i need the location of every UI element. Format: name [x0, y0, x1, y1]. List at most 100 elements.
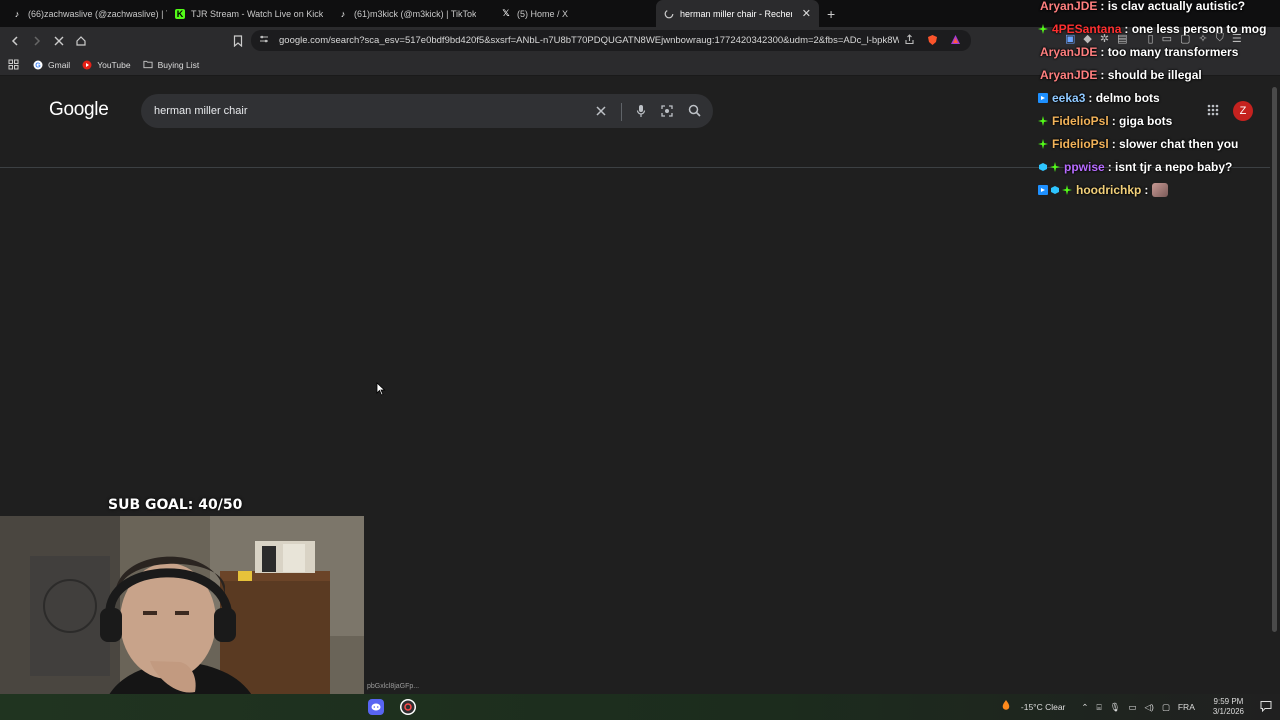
tiktok-icon: ♪ [14, 8, 20, 19]
loading-icon [664, 9, 674, 19]
bookmark-youtube[interactable]: YouTube [82, 59, 131, 70]
bookmark-buying-list[interactable]: Buying List [143, 59, 200, 70]
chat-text: : should be illegal [1100, 67, 1202, 82]
chat-message: ppwise : isnt tjr a nepo baby? [1030, 155, 1280, 178]
chat-badges [1038, 161, 1060, 172]
tab-title: (5) Home / X [517, 8, 569, 19]
chat-text: : [1144, 182, 1149, 197]
clock-date: 3/1/2026 [1212, 707, 1244, 716]
home-icon[interactable] [71, 31, 91, 51]
bookmark-icon[interactable] [228, 31, 248, 51]
chat-message: FidelioPsl : slower chat then you [1030, 132, 1280, 155]
chat-username: eeka3 [1052, 90, 1086, 105]
youtube-icon [82, 60, 92, 70]
sub-badge-icon [1038, 138, 1048, 149]
tab-title: TJR Stream - Watch Live on Kick [191, 8, 324, 19]
search-divider [621, 103, 622, 121]
tab-kick[interactable]: K TJR Stream - Watch Live on Kick [167, 0, 330, 27]
apps-grid-icon[interactable] [8, 59, 19, 70]
chat-badges [1038, 23, 1048, 34]
clock-time: 9:59 PM [1213, 697, 1244, 706]
google-logo[interactable]: Google [49, 99, 109, 121]
chat-message: hoodrichkp : [1030, 178, 1280, 201]
forward-icon[interactable] [27, 31, 47, 51]
chat-badges [1038, 115, 1048, 126]
stream-chat-overlay: AryanJDE : is clav actually autistic? 4P… [1030, 0, 1280, 201]
chat-username: 4PESantana [1052, 21, 1122, 36]
tiktok-icon: ♪ [340, 8, 346, 19]
new-tab-button[interactable]: + [827, 6, 835, 22]
speaker-icon[interactable]: ▢ [1162, 702, 1170, 713]
webcam-feed [0, 516, 364, 720]
share-icon[interactable] [904, 34, 915, 49]
address-bar[interactable]: google.com/search?sca_esv=517e0bdf9bd420… [251, 30, 971, 51]
search-input[interactable]: herman miller chair [141, 94, 713, 128]
gift-badge-icon [1039, 162, 1047, 171]
voice-search-icon[interactable] [636, 104, 646, 121]
chat-username: FidelioPsl [1052, 136, 1109, 151]
tab-tiktok-m3kick[interactable]: ♪ (61)m3kick (@m3kick) | TikTok [330, 0, 493, 27]
kick-icon: K [175, 8, 185, 19]
chat-text: : is clav actually autistic? [1100, 0, 1246, 13]
system-tray: -15°C Clear ⌃ ⌸ 🎙 ▭ ◁) ▢ FRA 9:59 PM 3/1… [999, 694, 1272, 720]
chat-text: : too many transformers [1100, 44, 1239, 59]
gmail-icon: G [33, 60, 43, 70]
weather-icon[interactable] [999, 699, 1013, 715]
chat-username: hoodrichkp [1076, 182, 1142, 197]
network-icon[interactable]: ▭ [1128, 702, 1136, 713]
tab-tiktok-zachwaslive[interactable]: ♪ (66)zachwaslive (@zachwaslive) | TikTo… [4, 0, 167, 27]
close-tab-icon[interactable]: ✕ [802, 7, 811, 20]
back-icon[interactable] [5, 31, 25, 51]
url-text: google.com/search?sca_esv=517e0bdf9bd420… [279, 35, 899, 46]
chat-text: : one less person to mog [1124, 21, 1267, 36]
brave-shield-icon[interactable] [927, 34, 938, 49]
chat-message: AryanJDE : too many transformers [1030, 40, 1280, 63]
chat-badges [1038, 92, 1048, 103]
stop-loading-icon[interactable] [49, 31, 69, 51]
discord-icon[interactable] [368, 699, 384, 715]
tab-x-home[interactable]: 𝕏 (5) Home / X [493, 0, 656, 27]
sub-badge-icon [1050, 161, 1060, 172]
bookmark-label: Buying List [157, 59, 200, 70]
lens-search-icon[interactable] [660, 104, 674, 121]
microphone-icon[interactable]: 🎙 [1110, 702, 1121, 713]
tab-title: herman miller chair - Recherche [680, 8, 792, 19]
gift-badge-icon [1051, 185, 1059, 194]
chat-username: AryanJDE [1040, 67, 1098, 82]
obs-icon[interactable] [400, 699, 416, 715]
bookmark-gmail[interactable]: G Gmail [33, 60, 70, 70]
chat-message: 4PESantana : one less person to mog [1030, 17, 1280, 40]
search-query: herman miller chair [154, 105, 248, 117]
bookmark-label: YouTube [97, 59, 131, 70]
clear-search-icon[interactable] [595, 105, 607, 120]
sub-badge-icon [1038, 23, 1048, 34]
search-icon[interactable] [688, 104, 701, 120]
brave-rewards-icon[interactable] [950, 34, 961, 49]
chat-message: AryanJDE : should be illegal [1030, 63, 1280, 86]
notifications-icon[interactable] [1260, 700, 1272, 714]
sub-goal-label: SUB GOAL: 40/50 [108, 497, 243, 513]
chat-username: FidelioPsl [1052, 113, 1109, 128]
folder-icon [143, 60, 153, 70]
chat-text: : giga bots [1111, 113, 1173, 128]
usb-icon[interactable]: ⌸ [1097, 702, 1102, 713]
mouse-cursor-icon [376, 382, 386, 401]
chat-message: eeka3 : delmo bots [1030, 86, 1280, 109]
language-indicator[interactable]: FRA [1178, 702, 1195, 712]
chat-username: AryanJDE [1040, 44, 1098, 59]
weather-text[interactable]: -15°C Clear [1021, 702, 1066, 712]
chat-message: FidelioPsl : giga bots [1030, 109, 1280, 132]
chat-text: : delmo bots [1088, 90, 1160, 105]
emote-icon [1152, 182, 1169, 197]
status-url: pbGxlcl8jaGFp... [364, 682, 423, 691]
chat-text: : isnt tjr a nepo baby? [1107, 159, 1233, 174]
tab-google-search[interactable]: herman miller chair - Recherche ✕ [656, 0, 819, 27]
x-icon: 𝕏 [502, 8, 510, 18]
verified-badge-icon [1038, 184, 1048, 195]
volume-icon[interactable]: ◁) [1144, 702, 1153, 713]
site-info-icon[interactable] [259, 34, 269, 47]
tray-expand-icon[interactable]: ⌃ [1081, 702, 1088, 713]
tab-title: (61)m3kick (@m3kick) | TikTok [354, 8, 477, 19]
bookmark-label: Gmail [48, 59, 71, 70]
clock[interactable]: 9:59 PM 3/1/2026 [1213, 697, 1244, 717]
